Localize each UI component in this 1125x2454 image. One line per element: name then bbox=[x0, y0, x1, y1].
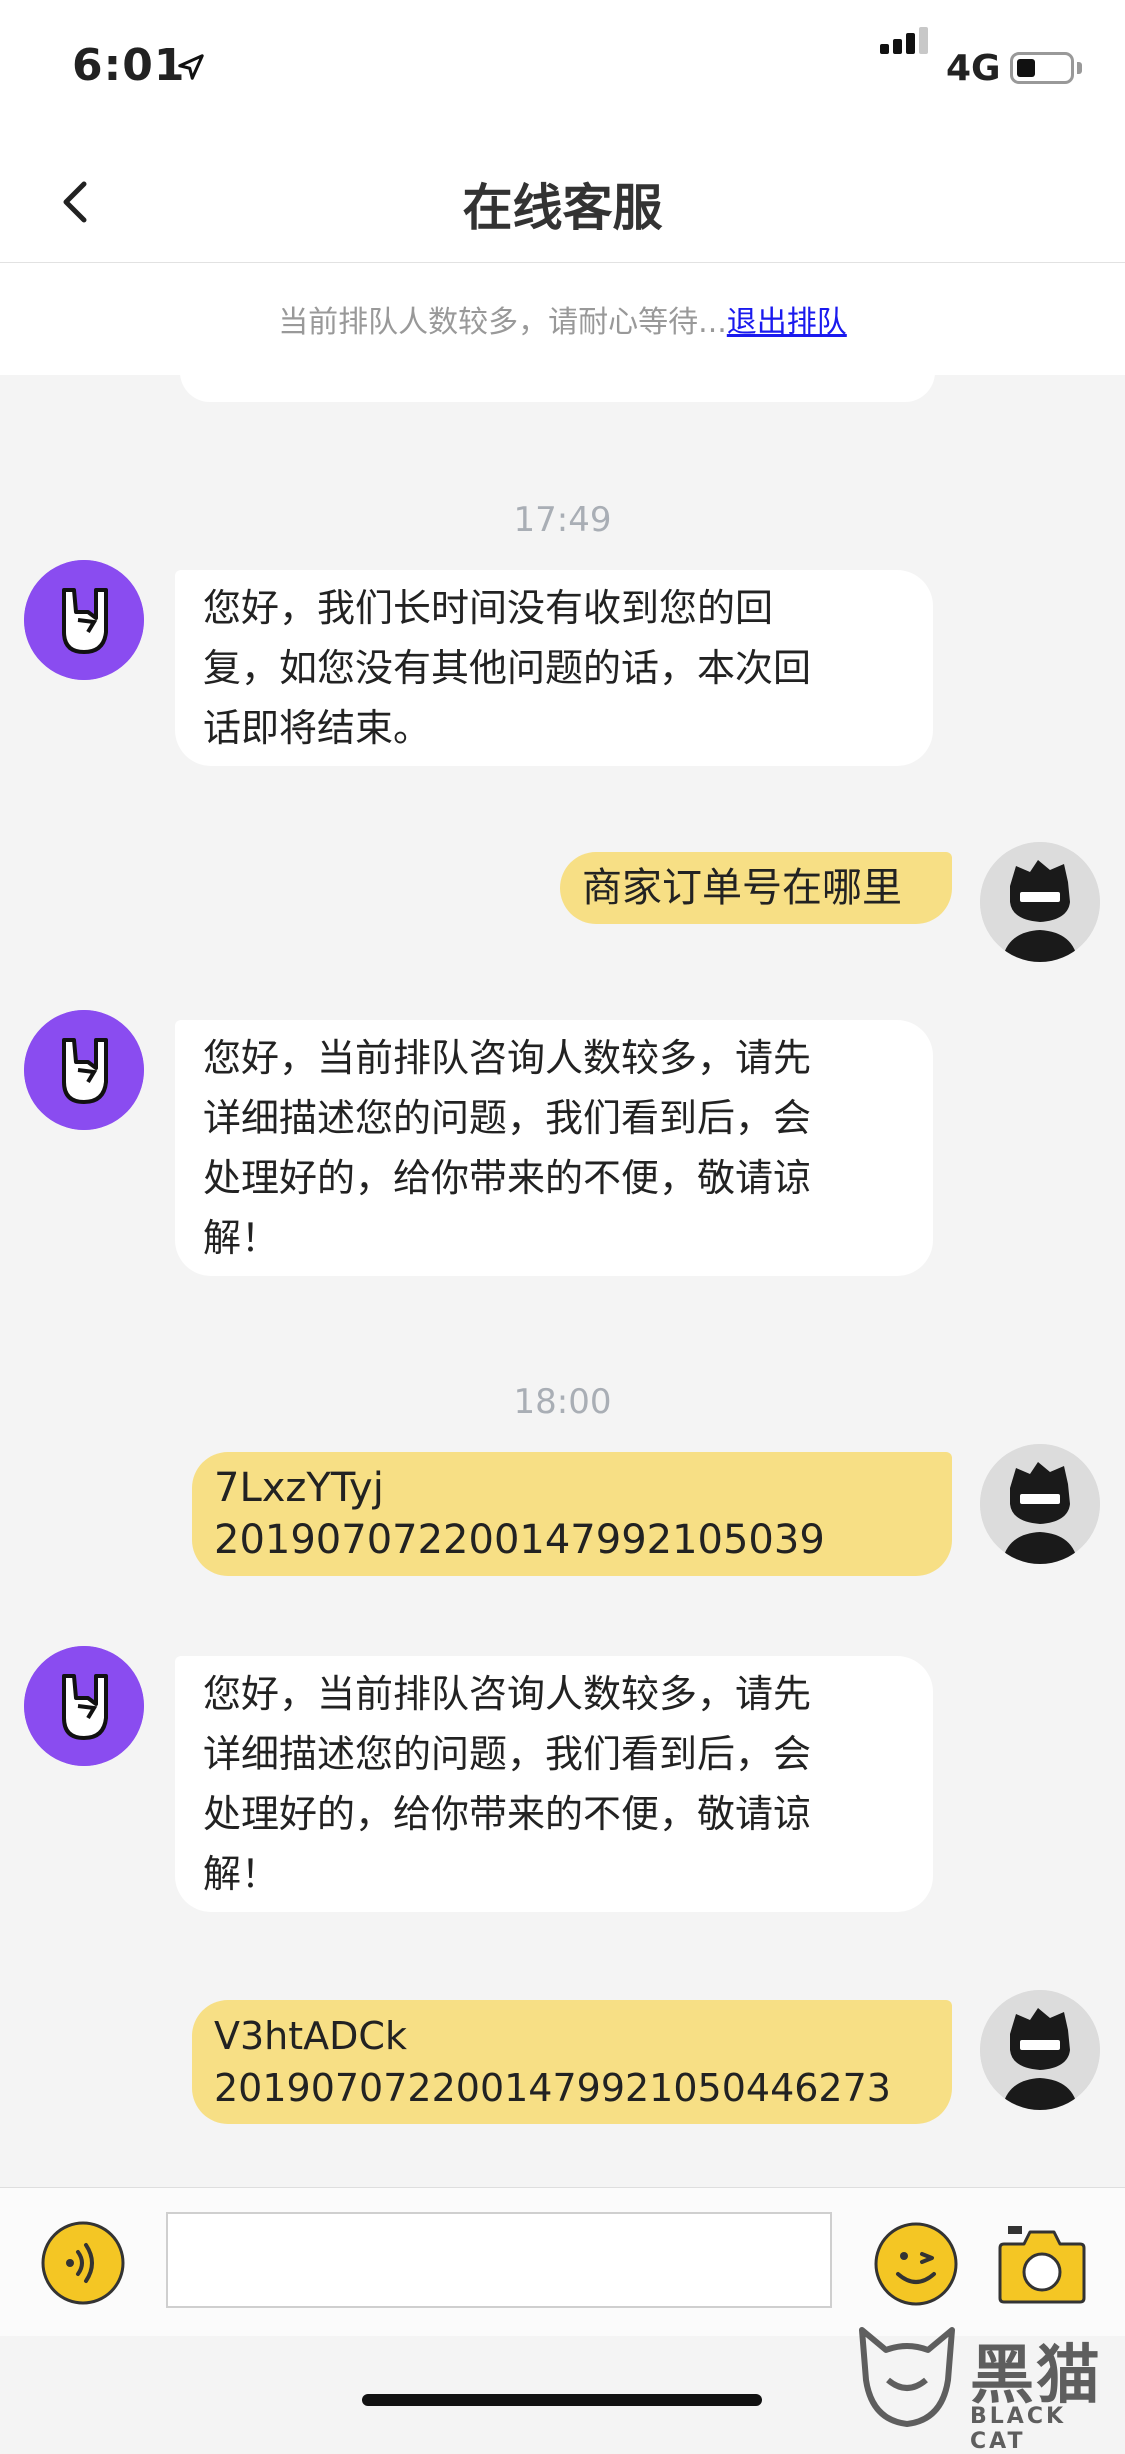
watermark-text: 黑猫 bbox=[970, 2339, 1102, 2413]
timestamp: 17:49 bbox=[513, 500, 612, 540]
emoji-icon[interactable] bbox=[872, 2220, 960, 2308]
battery-icon bbox=[1010, 52, 1074, 84]
message-text: 您好，当前排队咨询人数较多，请先 详细描述您的问题，我们看到后，会 处理好的，给… bbox=[203, 1036, 812, 1260]
watermark: 黑猫 BLACK CAT bbox=[852, 2320, 1122, 2454]
agent-avatar[interactable] bbox=[24, 1010, 144, 1130]
message-text: V3htADCk 2019070722001479921050446273 bbox=[214, 2014, 891, 2110]
network-type: 4G bbox=[946, 48, 1001, 89]
agent-avatar[interactable] bbox=[24, 1646, 144, 1766]
user-avatar[interactable] bbox=[980, 1990, 1100, 2110]
battery-cap bbox=[1077, 62, 1082, 74]
message-text: 您好，我们长时间没有收到您的回 复，如您没有其他问题的话，本次回 话即将结束。 bbox=[203, 586, 812, 750]
user-sunglasses-icon bbox=[980, 1990, 1100, 2110]
rock-hand-icon bbox=[24, 1010, 144, 1130]
message-text: 商家订单号在哪里 bbox=[582, 865, 902, 911]
rock-hand-icon bbox=[24, 560, 144, 680]
rock-hand-icon bbox=[24, 1646, 144, 1766]
status-bar: 6:01 4G bbox=[0, 0, 1125, 140]
nav-bar: 在线客服 bbox=[0, 140, 1125, 263]
message-input[interactable] bbox=[166, 2212, 832, 2308]
home-indicator bbox=[362, 2394, 762, 2406]
user-message-bubble: 7LxzYTyj 2019070722001479921050​39 bbox=[192, 1452, 952, 1576]
user-sunglasses-icon bbox=[980, 1444, 1100, 1564]
input-bar bbox=[0, 2187, 1125, 2336]
agent-message-bubble: 您好，我们长时间没有收到您的回 复，如您没有其他问题的话，本次回 话即将结束。 bbox=[175, 570, 933, 766]
camera-icon[interactable] bbox=[996, 2218, 1088, 2308]
status-time: 6:01 bbox=[72, 40, 186, 91]
timestamp: 18:00 bbox=[513, 1382, 612, 1422]
queue-notice-text: 当前排队人数较多，请耐心等待... bbox=[278, 305, 727, 340]
voice-icon[interactable] bbox=[40, 2220, 126, 2306]
message-text: 7LxzYTyj 2019070722001479921050​39 bbox=[214, 1465, 825, 1563]
page-title: 在线客服 bbox=[462, 179, 663, 237]
black-cat-logo-icon bbox=[859, 2327, 955, 2427]
user-sunglasses-icon bbox=[980, 842, 1100, 962]
agent-message-bubble: 您好，当前排队咨询人数较多，请先 详细描述您的问题，我们看到后，会 处理好的，给… bbox=[175, 1656, 933, 1912]
agent-avatar[interactable] bbox=[24, 560, 144, 680]
battery-level bbox=[1017, 59, 1035, 77]
location-arrow-icon bbox=[178, 54, 204, 80]
exit-queue-link[interactable]: 退出排队 bbox=[727, 305, 847, 340]
user-avatar[interactable] bbox=[980, 842, 1100, 962]
user-avatar[interactable] bbox=[980, 1444, 1100, 1564]
message-text: 您好，当前排队咨询人数较多，请先 详细描述您的问题，我们看到后，会 处理好的，给… bbox=[203, 1672, 812, 1896]
agent-message-bubble: 您好，当前排队咨询人数较多，请先 详细描述您的问题，我们看到后，会 处理好的，给… bbox=[175, 1020, 933, 1276]
watermark-subtext: BLACK CAT bbox=[970, 2404, 1067, 2454]
queue-banner: 当前排队人数较多，请耐心等待...退出排队 bbox=[0, 263, 1125, 375]
user-message-bubble: 商家订单号在哪里 bbox=[560, 852, 952, 924]
user-message-bubble: V3htADCk 2019070722001479921050446273 bbox=[192, 2000, 952, 2124]
